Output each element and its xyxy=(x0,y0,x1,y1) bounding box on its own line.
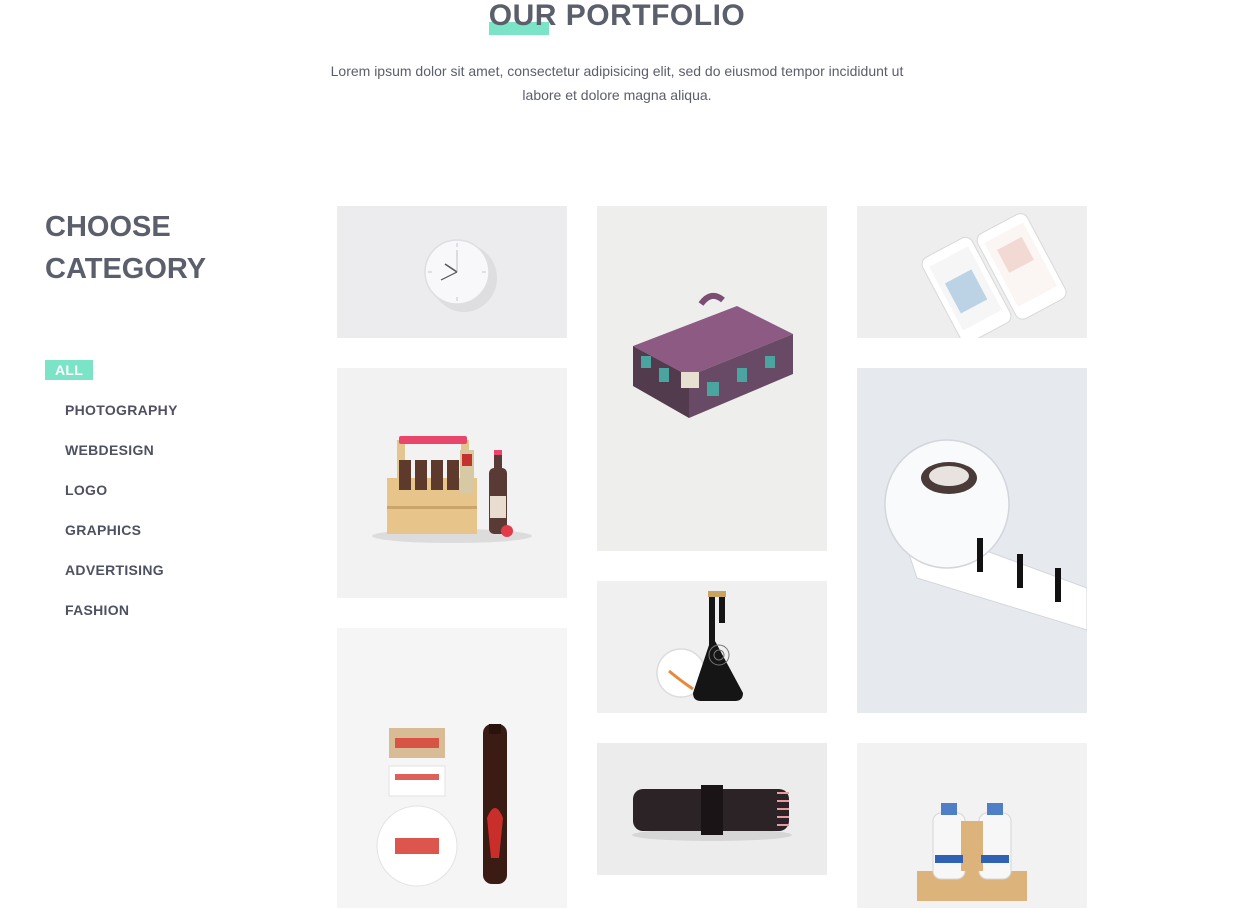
portfolio-item-box[interactable] xyxy=(597,206,827,551)
bottle-glass-image xyxy=(597,581,827,713)
bottle-crate-image xyxy=(337,368,567,598)
section-lead: Lorem ipsum dolor sit amet, consectetur … xyxy=(330,63,904,103)
filter-advertising[interactable]: ADVERTISING xyxy=(45,560,178,600)
filter-photography[interactable]: PHOTOGRAPHY xyxy=(45,400,178,440)
beer-branding-image xyxy=(337,628,567,908)
title-wrap: OUR PORTFOLIO xyxy=(488,0,746,35)
filter-label: PHOTOGRAPHY xyxy=(65,402,178,418)
portfolio-item-clock[interactable] xyxy=(337,206,567,338)
portfolio-item-milk[interactable] xyxy=(857,743,1087,908)
filter-webdesign[interactable]: WEBDESIGN xyxy=(45,440,178,480)
smartphones-image xyxy=(857,206,1087,338)
filter-label: GRAPHICS xyxy=(65,522,142,538)
portfolio-page: OUR PORTFOLIO Lorem ipsum dolor sit amet… xyxy=(0,0,1234,908)
filter-label: WEBDESIGN xyxy=(65,442,155,458)
filter-all[interactable]: ALL xyxy=(45,360,178,400)
section-title: OUR PORTFOLIO xyxy=(0,0,1234,35)
filter-label: ADVERTISING xyxy=(65,562,164,578)
portfolio-item-pencils[interactable] xyxy=(597,743,827,875)
filter-label: LOGO xyxy=(65,482,108,498)
category-heading: CHOOSE CATEGORY xyxy=(45,211,207,285)
portfolio-item-tape[interactable] xyxy=(857,368,1087,713)
packaging-box-image xyxy=(597,206,827,551)
filter-fashion[interactable]: FASHION xyxy=(45,600,178,640)
portfolio-item-beer-branding[interactable] xyxy=(337,628,567,908)
portfolio-item-phones[interactable] xyxy=(857,206,1087,338)
category-filter-list: ALL PHOTOGRAPHY WEBDESIGN LOGO GRAPHICS … xyxy=(45,360,178,640)
milk-bottles-image xyxy=(857,743,1087,908)
pencil-roll-image xyxy=(597,743,827,875)
page-title: OUR PORTFOLIO xyxy=(488,0,746,32)
wall-clock-image xyxy=(337,206,567,338)
label-tape-image xyxy=(857,368,1087,713)
filter-label: ALL xyxy=(45,360,94,380)
portfolio-item-bottle-glass[interactable] xyxy=(597,581,827,713)
portfolio-item-crate[interactable] xyxy=(337,368,567,598)
filter-logo[interactable]: LOGO xyxy=(45,480,178,520)
filter-graphics[interactable]: GRAPHICS xyxy=(45,520,178,560)
filter-label: FASHION xyxy=(65,602,130,618)
